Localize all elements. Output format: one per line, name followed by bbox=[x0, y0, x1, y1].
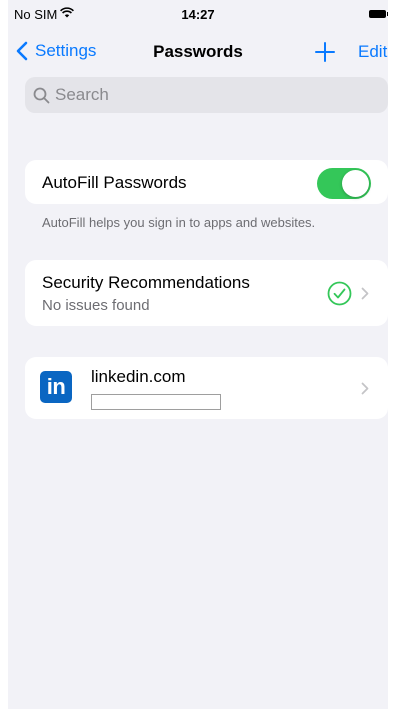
checkmark-circle-icon bbox=[327, 281, 352, 306]
battery-icon bbox=[369, 10, 388, 18]
autofill-toggle[interactable] bbox=[317, 168, 371, 199]
account-site: linkedin.com bbox=[91, 367, 186, 386]
search-icon bbox=[33, 87, 50, 104]
status-bar: No SIM 14:27 bbox=[8, 0, 388, 22]
security-title: Security Recommendations bbox=[42, 273, 250, 292]
chevron-left-icon bbox=[16, 41, 28, 61]
toggle-knob bbox=[342, 170, 369, 197]
linkedin-logo-icon: in bbox=[40, 371, 72, 403]
back-label: Settings bbox=[35, 41, 97, 60]
chevron-right-icon bbox=[361, 287, 369, 300]
navigation-bar: Settings Passwords Edit bbox=[8, 34, 388, 70]
logo-text: in bbox=[46, 374, 66, 399]
security-subtitle: No issues found bbox=[42, 297, 150, 314]
account-username bbox=[91, 394, 221, 410]
search-bar[interactable] bbox=[25, 77, 388, 113]
chevron-right-icon bbox=[361, 382, 369, 395]
autofill-footer-note: AutoFill helps you sign in to apps and w… bbox=[42, 215, 316, 230]
status-time: 14:27 bbox=[181, 7, 215, 22]
autofill-label: AutoFill Passwords bbox=[42, 173, 187, 192]
password-list-item[interactable]: in linkedin.com bbox=[25, 357, 388, 419]
security-recommendations-row[interactable]: Security Recommendations No issues found bbox=[25, 260, 388, 326]
edit-button[interactable]: Edit bbox=[358, 42, 387, 62]
search-input[interactable] bbox=[55, 77, 375, 113]
add-password-button[interactable] bbox=[314, 41, 336, 63]
back-button[interactable]: Settings bbox=[16, 40, 96, 62]
passwords-screen: No SIM 14:27 Settings Passwords Edit Aut… bbox=[8, 0, 388, 709]
autofill-row: AutoFill Passwords bbox=[25, 160, 388, 204]
